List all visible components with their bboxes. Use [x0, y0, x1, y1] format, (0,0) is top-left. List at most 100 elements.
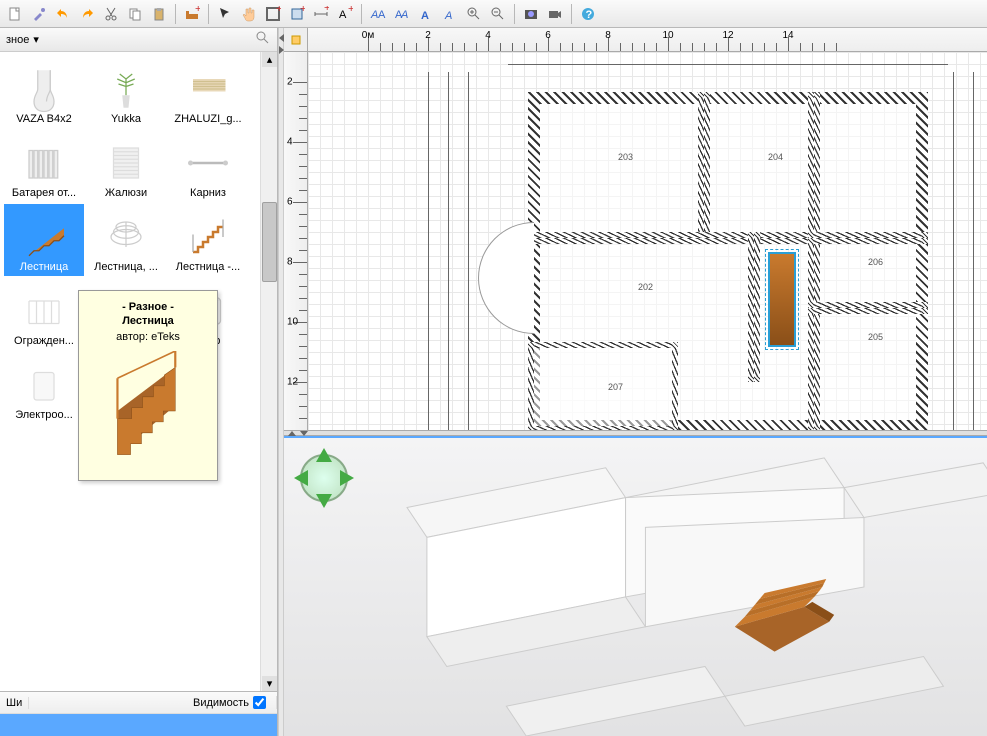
camera-icon[interactable]	[544, 3, 566, 25]
pan-icon[interactable]	[238, 3, 260, 25]
search-icon[interactable]	[255, 30, 271, 49]
plan-view[interactable]: 0м2468101214 24681012 203	[284, 28, 987, 430]
interior-wall[interactable]	[698, 92, 710, 242]
svg-text:+: +	[276, 6, 281, 15]
undo-icon[interactable]	[52, 3, 74, 25]
catalog-scrollbar[interactable]: ▴ ▾	[260, 52, 277, 691]
text-style2-icon[interactable]: AA	[391, 3, 413, 25]
room-label: 204	[768, 152, 783, 162]
zoom-out-icon[interactable]	[487, 3, 509, 25]
svg-text:+: +	[195, 6, 200, 15]
catalog-item-yukka[interactable]: Yukka	[86, 56, 166, 128]
interior-wall[interactable]	[808, 92, 820, 430]
svg-text:A: A	[339, 9, 347, 21]
ruler-origin[interactable]	[284, 28, 308, 52]
separator	[175, 4, 176, 24]
scroll-up-icon[interactable]: ▴	[262, 52, 277, 67]
catalog-item-karniz[interactable]: Карниз	[168, 130, 248, 202]
tooltip-author: автор: eTeks	[93, 331, 203, 343]
catalog-item-batareya[interactable]: Батарея от...	[4, 130, 84, 202]
catalog-item-lestnica2[interactable]: Лестница, ...	[86, 204, 166, 276]
catalog-item-lestnica[interactable]: Лестница	[4, 204, 84, 276]
dimension-line	[508, 64, 948, 65]
photo-icon[interactable]	[520, 3, 542, 25]
text-icon[interactable]: A+	[334, 3, 356, 25]
interior-wall[interactable]	[808, 232, 928, 244]
dimension-line	[448, 72, 449, 430]
create-room-icon[interactable]: +	[286, 3, 308, 25]
cut-icon[interactable]	[100, 3, 122, 25]
svg-text:+: +	[324, 6, 329, 14]
collapse-left-icon[interactable]	[279, 34, 284, 42]
stairs-object-selected[interactable]	[768, 252, 796, 347]
3d-scene	[284, 438, 987, 736]
separator	[361, 4, 362, 24]
tool-icon[interactable]	[28, 3, 50, 25]
svg-text:A: A	[421, 10, 429, 22]
interior-wall[interactable]	[808, 302, 928, 314]
collapse-right-icon[interactable]	[279, 46, 284, 54]
plan-canvas[interactable]: 203 204 202 201 205 206 207	[308, 52, 987, 430]
italic-icon[interactable]: A	[439, 3, 461, 25]
vertical-ruler[interactable]: 24681012	[284, 52, 308, 430]
tooltip-name: Лестница	[93, 315, 203, 327]
select-icon[interactable]	[214, 3, 236, 25]
selected-property-row[interactable]	[0, 714, 277, 736]
svg-text:A: A	[400, 9, 408, 21]
catalog-item-zhaluzi2[interactable]: Жалюзи	[86, 130, 166, 202]
svg-text:A: A	[378, 9, 386, 21]
catalog-item-lestnica3[interactable]: Лестница -...	[168, 204, 248, 276]
dimension-line	[428, 72, 429, 430]
room-label: 206	[868, 257, 883, 267]
dimension-icon[interactable]: +	[310, 3, 332, 25]
paste-icon[interactable]	[148, 3, 170, 25]
tooltip-category: - Разное -	[93, 301, 203, 313]
scroll-thumb[interactable]	[262, 202, 277, 282]
properties-panel: Ши Видимость	[0, 691, 277, 736]
svg-text:?: ?	[586, 9, 593, 21]
visibility-checkbox[interactable]	[253, 696, 266, 709]
separator	[514, 4, 515, 24]
room-label: 203	[618, 152, 633, 162]
copy-icon[interactable]	[124, 3, 146, 25]
horizontal-ruler[interactable]: 0м2468101214	[308, 28, 987, 52]
category-label: зное	[6, 34, 29, 46]
help-icon[interactable]: ?	[577, 3, 599, 25]
dimension-line	[953, 72, 954, 430]
room-label: 205	[868, 332, 883, 342]
item-tooltip: - Разное - Лестница автор: eTeks	[78, 290, 218, 481]
svg-text:+: +	[348, 6, 353, 15]
collapse-down-icon[interactable]	[300, 431, 308, 436]
zoom-in-icon[interactable]	[463, 3, 485, 25]
separator	[208, 4, 209, 24]
scroll-down-icon[interactable]: ▾	[262, 676, 277, 691]
collapse-up-icon[interactable]	[288, 431, 296, 436]
new-icon[interactable]	[4, 3, 26, 25]
dimension-line	[468, 72, 469, 430]
add-furniture-icon[interactable]: +	[181, 3, 203, 25]
room-label: 207	[608, 382, 623, 392]
prop-col-visibility[interactable]: Видимость	[193, 697, 249, 709]
chevron-down-icon: ▾	[33, 33, 39, 46]
redo-icon[interactable]	[76, 3, 98, 25]
catalog-item-electro[interactable]: Электроо...	[4, 352, 84, 424]
text-style-icon[interactable]: AA	[367, 3, 389, 25]
category-selector[interactable]: зное ▾	[0, 28, 277, 52]
tooltip-preview	[103, 351, 193, 471]
interior-wall[interactable]	[528, 342, 678, 430]
separator	[571, 4, 572, 24]
bold-icon[interactable]: A	[415, 3, 437, 25]
catalog-item-zhaluzi[interactable]: ZHALUZI_g...	[168, 56, 248, 128]
prop-col-width[interactable]: Ши	[0, 697, 29, 709]
dimension-line	[973, 72, 974, 430]
catalog-item-ograzhdenie[interactable]: Огражден...	[4, 278, 84, 350]
interior-wall[interactable]	[748, 232, 760, 382]
catalog-item-vaza[interactable]: VAZA B4x2	[4, 56, 84, 128]
room-label: 202	[638, 282, 653, 292]
main-toolbar: + + + + A+ AA AA A A ?	[0, 0, 987, 28]
3d-view[interactable]	[284, 436, 987, 736]
svg-text:A: A	[444, 10, 452, 22]
svg-text:+: +	[300, 6, 305, 15]
create-walls-icon[interactable]: +	[262, 3, 284, 25]
interior-wall[interactable]	[528, 232, 818, 244]
